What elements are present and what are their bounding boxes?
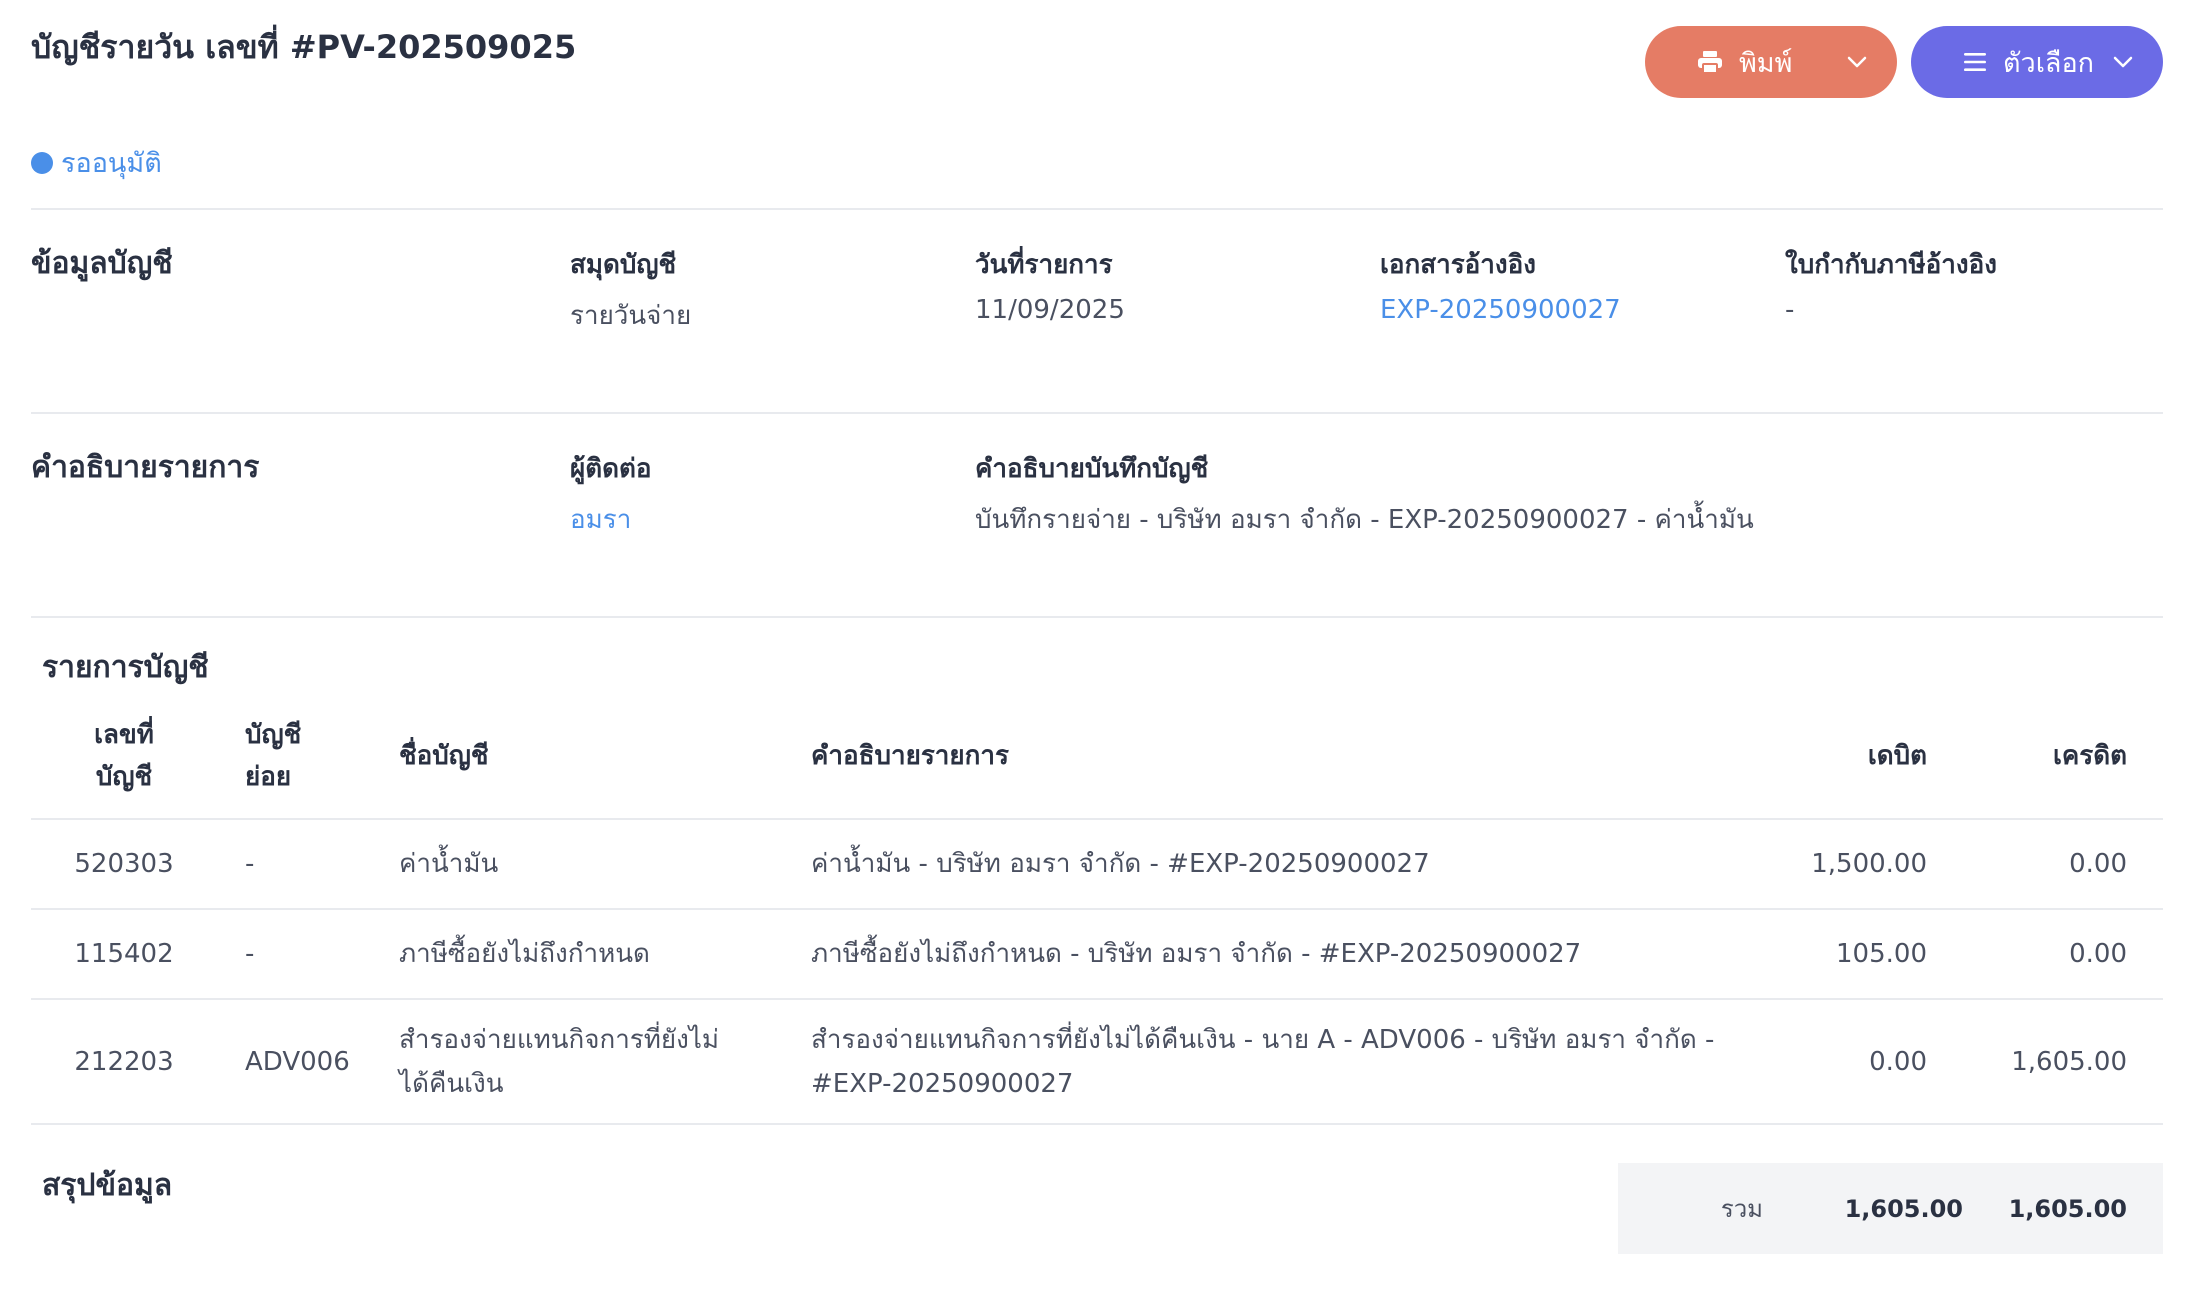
chevron-down-icon: [2113, 56, 2133, 68]
total-debit: 1,605.00: [1844, 1194, 1963, 1223]
col-sub-account: บัญชี ย่อย: [217, 694, 389, 819]
description-heading: คำอธิบายรายการ: [31, 450, 260, 485]
cell-description: ค่าน้ำมัน - บริษัท อมรา จำกัด - #EXP-202…: [801, 818, 1753, 909]
date-value: 11/09/2025: [975, 295, 1125, 325]
tax-invoice-field: ใบกำกับภาษีอ้างอิง -: [1785, 244, 1997, 325]
col-sub-account-line2: ย่อย: [245, 762, 292, 792]
chevron-down-icon: [1847, 56, 1867, 68]
cell-description: สำรองจ่ายแทนกิจการที่ยังไม่ได้คืนเงิน - …: [801, 998, 1753, 1125]
cell-sub-account: -: [217, 908, 389, 999]
col-account-no: เลขที่ บัญชี: [31, 694, 217, 819]
date-field: วันที่รายการ 11/09/2025: [975, 244, 1125, 325]
print-button-label: พิมพ์: [1739, 47, 1793, 79]
status-dot-icon: [31, 151, 53, 174]
table-row: 115402 - ภาษีซื้อยังไม่ถึงกำหนด ภาษีซื้อ…: [31, 908, 2163, 999]
account-info-heading: ข้อมูลบัญชี: [31, 246, 173, 281]
date-label: วันที่รายการ: [975, 250, 1113, 280]
ref-doc-field: เอกสารอ้างอิง EXP-20250900027: [1380, 244, 1621, 325]
cell-description-line1: สำรองจ่ายแทนกิจการที่ยังไม่ได้คืนเงิน - …: [811, 1024, 1715, 1055]
cell-credit: 0.00: [1963, 908, 2163, 999]
cell-account-name-line1: สำรองจ่ายแทนกิจการที่ยังไม่: [399, 1024, 720, 1055]
ledger-heading: รายการบัญชี: [42, 650, 209, 685]
printer-icon: [1698, 51, 1722, 74]
col-account-no-line1: เลขที่: [94, 720, 154, 750]
cell-debit: 1,500.00: [1753, 818, 1963, 909]
cell-account-name: ค่าน้ำมัน: [389, 818, 801, 909]
ledger-table: เลขที่ บัญชี บัญชี ย่อย ชื่อบัญชี คำอธิบ…: [31, 694, 2163, 1125]
col-account-no-line2: บัญชี: [95, 762, 153, 792]
total-label: รวม: [1720, 1195, 1763, 1223]
status-badge: รออนุมัติ: [31, 141, 162, 184]
memo-value: บันทึกรายจ่าย - บริษัท อมรา จำกัด - EXP-…: [975, 505, 1754, 535]
options-button[interactable]: ตัวเลือก: [1911, 26, 2163, 98]
col-debit: เดบิต: [1867, 741, 1927, 771]
tax-invoice-value: -: [1785, 295, 1795, 325]
print-button[interactable]: พิมพ์: [1645, 26, 1897, 98]
col-sub-account-line1: บัญชี: [245, 720, 302, 750]
book-value: รายวันจ่าย: [570, 301, 692, 331]
page-title: บัญชีรายวัน เลขที่ #PV-202509025: [31, 28, 577, 66]
cell-account-no: 212203: [31, 998, 217, 1125]
divider: [31, 208, 2163, 210]
cell-debit: 0.00: [1753, 998, 1963, 1125]
status-text: รออนุมัติ: [61, 148, 162, 179]
journal-voucher-page: บัญชีรายวัน เลขที่ #PV-202509025 พิมพ์ ต…: [0, 0, 2186, 1290]
table-row: 520303 - ค่าน้ำมัน ค่าน้ำมัน - บริษัท อม…: [31, 818, 2163, 909]
summary-total-row: รวม 1,605.00 1,605.00: [1618, 1163, 2163, 1254]
summary-heading: สรุปข้อมูล: [42, 1168, 173, 1203]
divider: [31, 412, 2163, 414]
col-account-name: ชื่อบัญชี: [399, 741, 489, 771]
ref-doc-label: เอกสารอ้างอิง: [1380, 250, 1536, 280]
divider: [31, 616, 2163, 618]
contact-link[interactable]: อมรา: [570, 499, 652, 540]
table-header-row: เลขที่ บัญชี บัญชี ย่อย ชื่อบัญชี คำอธิบ…: [31, 694, 2163, 819]
cell-credit: 1,605.00: [1963, 998, 2163, 1125]
book-field: สมุดบัญชี รายวันจ่าย: [570, 244, 691, 336]
cell-description-line2: #EXP-20250900027: [811, 1068, 1074, 1099]
table-row: 212203 ADV006 สำรองจ่ายแทนกิจการที่ยังไม…: [31, 998, 2163, 1125]
options-button-label: ตัวเลือก: [2003, 47, 2095, 79]
col-description: คำอธิบายรายการ: [811, 741, 1009, 771]
cell-debit: 105.00: [1753, 908, 1963, 999]
contact-field: ผู้ติดต่อ อมรา: [570, 448, 652, 540]
book-label: สมุดบัญชี: [570, 250, 677, 280]
cell-account-no: 520303: [31, 818, 217, 909]
cell-account-name: สำรองจ่ายแทนกิจการที่ยังไม่ ได้คืนเงิน: [389, 998, 801, 1125]
total-credit: 1,605.00: [2008, 1194, 2127, 1223]
cell-sub-account: -: [217, 818, 389, 909]
cell-description: ภาษีซื้อยังไม่ถึงกำหนด - บริษัท อมรา จำก…: [801, 908, 1753, 999]
cell-credit: 0.00: [1963, 818, 2163, 909]
tax-invoice-label: ใบกำกับภาษีอ้างอิง: [1785, 250, 1997, 280]
menu-icon: [1964, 53, 1986, 71]
cell-account-name-line2: ได้คืนเงิน: [399, 1068, 504, 1099]
memo-field: คำอธิบายบันทึกบัญชี บันทึกรายจ่าย - บริษ…: [975, 448, 1754, 540]
header-actions: พิมพ์ ตัวเลือก: [1645, 26, 2163, 98]
cell-sub-account: ADV006: [217, 998, 389, 1125]
cell-account-name: ภาษีซื้อยังไม่ถึงกำหนด: [389, 908, 801, 999]
ref-doc-link[interactable]: EXP-20250900027: [1380, 295, 1621, 325]
col-credit: เครดิต: [2052, 741, 2127, 771]
cell-account-no: 115402: [31, 908, 217, 999]
memo-label: คำอธิบายบันทึกบัญชี: [975, 454, 1209, 484]
contact-label: ผู้ติดต่อ: [570, 454, 652, 484]
